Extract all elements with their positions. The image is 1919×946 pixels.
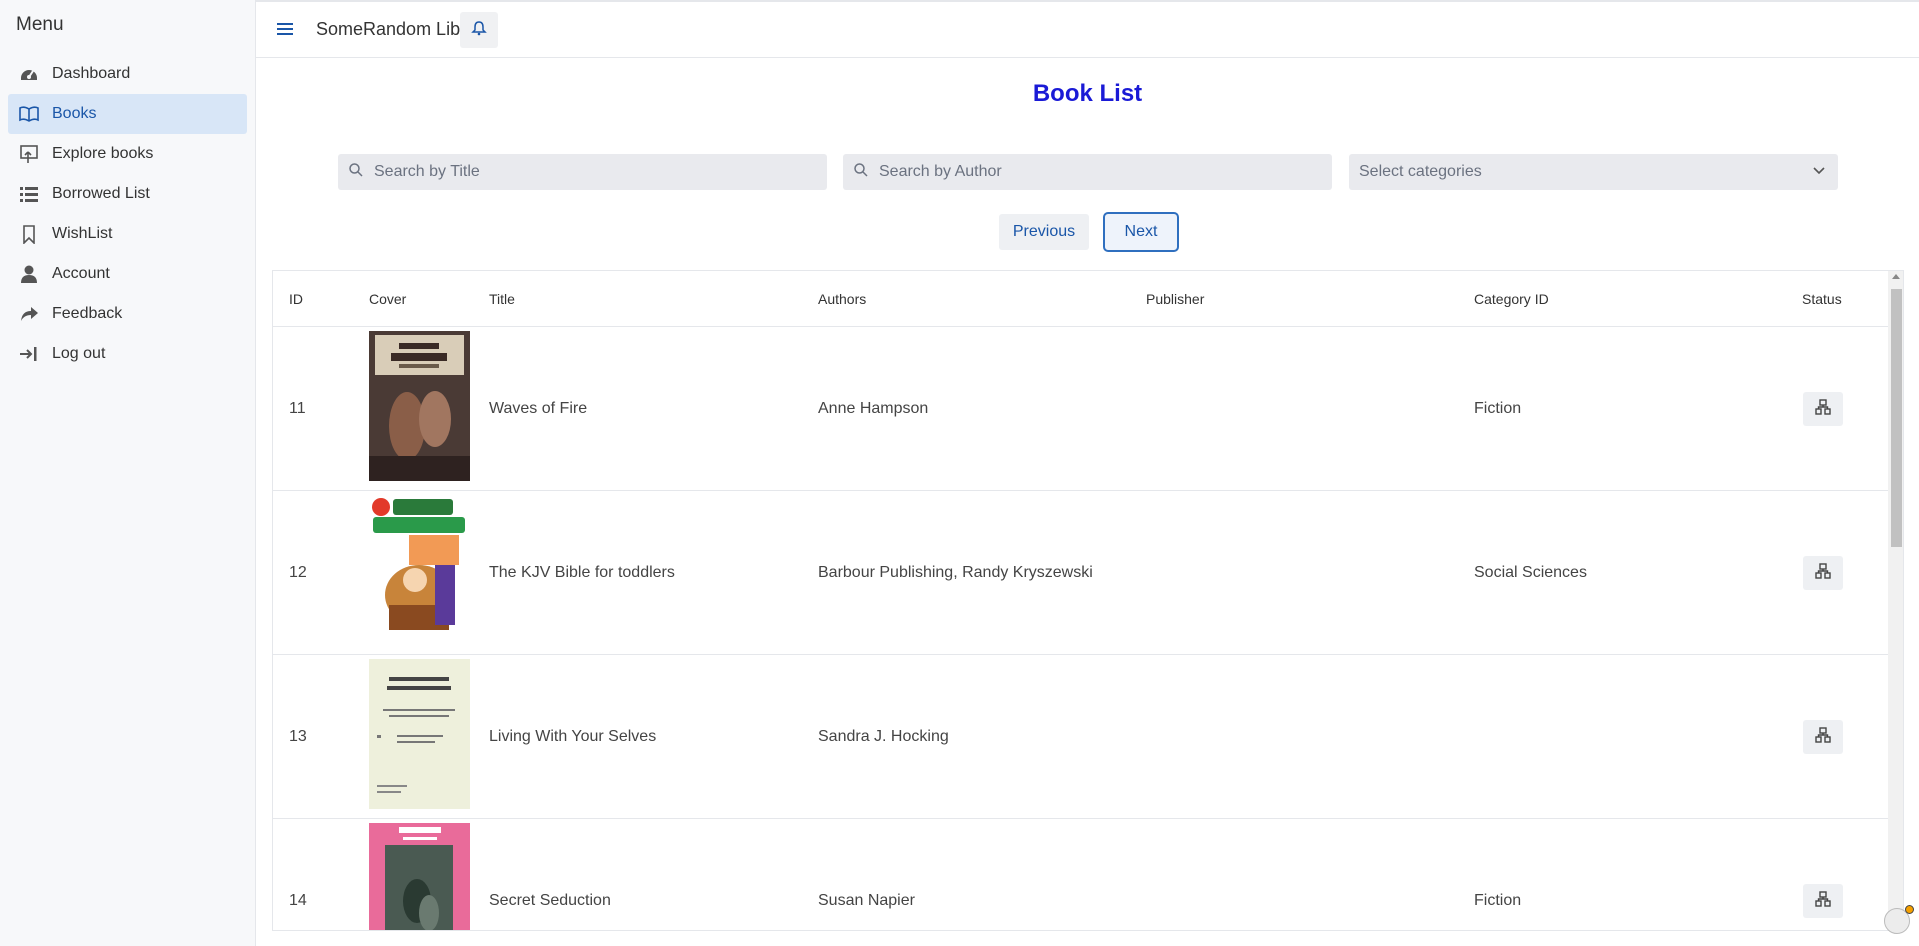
- list-icon: [18, 183, 40, 205]
- next-button[interactable]: Next: [1103, 212, 1179, 252]
- table-scrollbar[interactable]: [1888, 271, 1903, 930]
- column-header-title: Title: [489, 291, 515, 307]
- book-authors: Anne Hampson: [818, 400, 929, 417]
- sidebar-item-account[interactable]: Account: [8, 254, 247, 294]
- sidebar-item-feedback[interactable]: Feedback: [8, 294, 247, 334]
- status-button[interactable]: [1803, 392, 1843, 426]
- user-icon: [18, 263, 40, 285]
- book-id: 13: [289, 728, 307, 745]
- book-authors: Barbour Publishing, Randy Kryszewski: [818, 564, 1093, 581]
- sidebar-item-explore-books[interactable]: Explore books: [8, 134, 247, 174]
- book-cover-image: [369, 823, 470, 930]
- sidebar-item-log-out[interactable]: Log out: [8, 334, 247, 374]
- sidebar-item-label: Dashboard: [52, 65, 131, 82]
- sidebar-item-label: Account: [52, 265, 110, 282]
- app-title: SomeRandom Lib: [316, 19, 461, 39]
- column-header-cover: Cover: [369, 291, 407, 307]
- sidebar-item-label: Feedback: [52, 305, 123, 322]
- category-select[interactable]: Select categories: [1349, 154, 1838, 190]
- status-button[interactable]: [1803, 720, 1843, 754]
- search-by-author-field: [843, 154, 1332, 190]
- sidebar: Menu Dashboard Books Explore books Borro…: [0, 0, 256, 946]
- share-icon: [18, 303, 40, 325]
- search-author-input[interactable]: [877, 162, 1309, 182]
- sidebar-item-borrowed-list[interactable]: Borrowed List: [8, 174, 247, 214]
- sitemap-icon: [1815, 890, 1831, 912]
- status-button[interactable]: [1803, 556, 1843, 590]
- explore-icon: [18, 143, 40, 165]
- sidebar-item-dashboard[interactable]: Dashboard: [8, 54, 247, 94]
- table-row[interactable]: 11 Waves of Fire Anne Hampson Fiction: [273, 327, 1888, 491]
- column-header-authors: Authors: [818, 291, 867, 307]
- book-authors: Sandra J. Hocking: [818, 728, 949, 745]
- book-title: Living With Your Selves: [489, 728, 657, 745]
- sitemap-icon: [1815, 398, 1831, 420]
- sidebar-item-label: Explore books: [52, 145, 154, 162]
- sidebar-item-label: Log out: [52, 345, 106, 362]
- column-header-publisher: Publisher: [1146, 291, 1205, 307]
- book-title: The KJV Bible for toddlers: [489, 564, 675, 581]
- book-cover-image: [369, 495, 470, 645]
- page-title: Book List: [1032, 80, 1143, 107]
- table-header: ID Cover Title Authors Publisher Categor…: [273, 271, 1888, 327]
- book-title: Secret Seduction: [489, 892, 611, 909]
- book-cover-image: [369, 331, 470, 481]
- book-cover-image: [369, 659, 470, 809]
- table-row[interactable]: 13 Living With Your Selves Sandra J. Hoc…: [273, 655, 1888, 819]
- book-id: 11: [289, 400, 306, 417]
- notification-dot-icon: [1905, 905, 1914, 914]
- top-bar: SomeRandom Lib: [256, 0, 1919, 58]
- sidebar-item-label: Borrowed List: [52, 185, 150, 202]
- book-table: ID Cover Title Authors Publisher Categor…: [272, 270, 1904, 931]
- column-header-status: Status: [1802, 291, 1842, 307]
- column-header-id: ID: [289, 291, 303, 307]
- logout-icon: [18, 343, 40, 365]
- sidebar-item-wishlist[interactable]: WishList: [8, 214, 247, 254]
- search-title-input[interactable]: [372, 162, 804, 182]
- book-open-icon: [18, 103, 40, 125]
- book-category: Fiction: [1474, 400, 1522, 417]
- table-row[interactable]: 12 The KJV Bible for toddlers Barbour Pu…: [273, 491, 1888, 655]
- status-button[interactable]: [1803, 884, 1843, 918]
- book-id: 14: [289, 892, 307, 909]
- search-icon: [348, 162, 364, 183]
- sidebar-item-label: WishList: [52, 225, 113, 242]
- book-category: Social Sciences: [1474, 564, 1587, 581]
- sidebar-item-label: Books: [52, 105, 97, 122]
- sidebar-title: Menu: [16, 14, 64, 35]
- book-authors: Susan Napier: [818, 892, 915, 909]
- table-row[interactable]: 14 Secret Seduction Susan Napier Fiction: [273, 819, 1888, 930]
- bookmark-icon: [18, 223, 40, 245]
- book-category: Fiction: [1474, 892, 1522, 909]
- sitemap-icon: [1815, 562, 1831, 584]
- sitemap-icon: [1815, 726, 1831, 748]
- search-by-title-field: [338, 154, 827, 190]
- search-icon: [853, 162, 869, 183]
- dashboard-icon: [18, 63, 40, 85]
- scroll-up-arrow-icon[interactable]: [1892, 274, 1900, 279]
- scrollbar-thumb[interactable]: [1891, 289, 1902, 547]
- bell-icon: [471, 20, 487, 41]
- hamburger-icon[interactable]: [276, 20, 294, 38]
- sidebar-item-books[interactable]: Books: [8, 94, 247, 134]
- column-header-category-id: Category ID: [1474, 291, 1549, 307]
- book-title: Waves of Fire: [489, 400, 588, 417]
- notifications-button[interactable]: [460, 12, 498, 48]
- book-id: 12: [289, 564, 307, 581]
- previous-button[interactable]: Previous: [999, 214, 1089, 250]
- chevron-down-icon: [1812, 163, 1826, 182]
- category-select-placeholder: Select categories: [1359, 163, 1482, 180]
- sidebar-nav: Dashboard Books Explore books Borrowed L…: [8, 54, 247, 374]
